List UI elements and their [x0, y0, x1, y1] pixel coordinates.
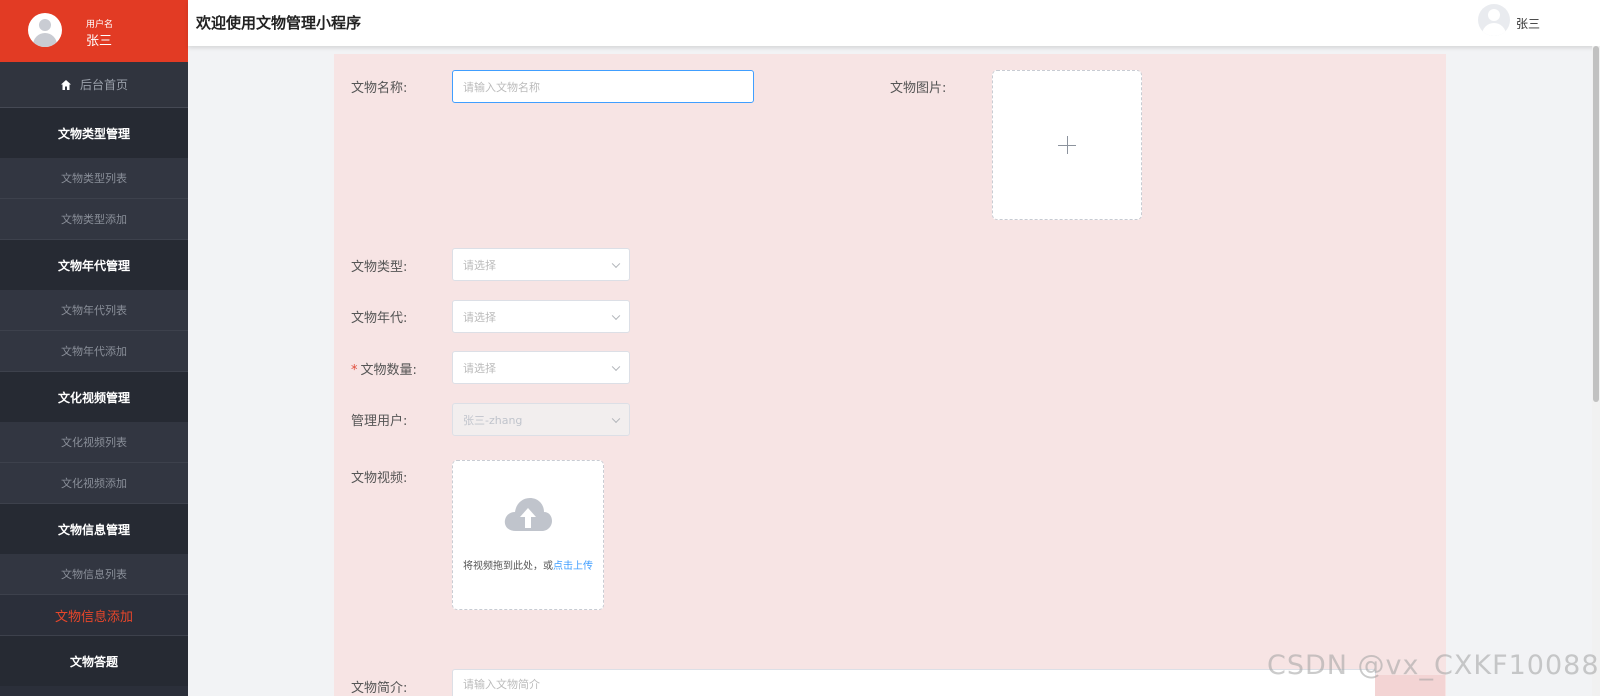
avatar — [28, 13, 62, 47]
artifact-form: 文物名称: 请输入文物名称 文物图片: 文物类型: 请选择 文物年代: 请选择 … — [334, 54, 1446, 696]
type-placeholder: 请选择 — [463, 258, 496, 272]
manager-user-value: 张三-zhang — [463, 413, 523, 427]
quantity-label: * 文物数量: — [351, 363, 417, 378]
quantity-placeholder: 请选择 — [463, 361, 496, 375]
sidebar-item-culture-video-list[interactable]: 文化视频列表 — [0, 422, 188, 463]
sidebar-item-artifact-type-list[interactable]: 文物类型列表 — [0, 158, 188, 199]
manager-user-label: 管理用户: — [351, 414, 408, 429]
era-placeholder: 请选择 — [463, 310, 496, 324]
chevron-down-icon — [611, 259, 621, 268]
required-marker: * — [351, 363, 358, 378]
sidebar-item-home[interactable]: 后台首页 — [0, 62, 188, 108]
user-name: 张三 — [86, 34, 113, 49]
artifact-quantity-select[interactable]: 请选择 — [452, 351, 630, 384]
artifact-intro-input[interactable]: 请输入文物简介 — [452, 669, 1376, 696]
era-label: 文物年代: — [351, 311, 408, 326]
video-upload-hint: 将视频拖到此处，或点击上传 — [463, 561, 593, 572]
header-avatar[interactable] — [1478, 4, 1510, 36]
sidebar-item-label: 后台首页 — [79, 78, 128, 92]
sidebar-group-artifact-era[interactable]: 文物年代管理 — [0, 240, 188, 290]
video-upload-box[interactable]: 将视频拖到此处，或点击上传 — [452, 460, 604, 610]
scrollbar-thumb[interactable] — [1593, 46, 1599, 402]
sidebar-item-artifact-type-add[interactable]: 文物类型添加 — [0, 199, 188, 240]
home-icon — [60, 79, 71, 90]
type-label: 文物类型: — [351, 260, 408, 275]
sidebar-group-culture-video[interactable]: 文化视频管理 — [0, 372, 188, 422]
vertical-scrollbar[interactable] — [1592, 46, 1600, 696]
chevron-down-icon — [611, 362, 621, 371]
sidebar: 用户名 张三 后台首页 文物类型管理 文物类型列表 文物类型添加 文物年代管理 … — [0, 0, 188, 696]
sidebar-group-artifact-info[interactable]: 文物信息管理 — [0, 504, 188, 554]
top-header: 欢迎使用文物管理小程序 张三 — [188, 0, 1600, 46]
watermark: CSDN @vx_CXKF10088 — [1267, 650, 1600, 681]
chevron-down-icon — [611, 414, 621, 423]
artifact-era-select[interactable]: 请选择 — [452, 300, 630, 333]
manager-user-select: 张三-zhang — [452, 403, 630, 436]
sidebar-item-artifact-info-add[interactable]: 文物信息添加 — [0, 595, 188, 636]
sidebar-item-artifact-info-list[interactable]: 文物信息列表 — [0, 554, 188, 595]
cloud-upload-icon — [504, 498, 552, 531]
header-user-name[interactable]: 张三 — [1516, 15, 1540, 32]
artifact-name-input[interactable]: 请输入文物名称 — [452, 70, 754, 103]
click-upload-link[interactable]: 点击上传 — [553, 561, 593, 572]
sidebar-user-block: 用户名 张三 — [0, 0, 188, 62]
user-label: 用户名 — [86, 20, 114, 30]
video-label: 文物视频: — [351, 471, 408, 486]
artifact-type-select[interactable]: 请选择 — [452, 248, 630, 281]
sidebar-item-artifact-era-add[interactable]: 文物年代添加 — [0, 331, 188, 372]
sidebar-item-artifact-era-list[interactable]: 文物年代列表 — [0, 290, 188, 331]
artifact-name-placeholder: 请输入文物名称 — [463, 80, 540, 94]
chevron-down-icon — [611, 311, 621, 320]
page-title: 欢迎使用文物管理小程序 — [196, 14, 362, 32]
name-label: 文物名称: — [351, 81, 408, 96]
image-upload-box[interactable] — [992, 70, 1142, 220]
image-label: 文物图片: — [890, 81, 947, 96]
intro-placeholder: 请输入文物简介 — [463, 678, 540, 691]
sidebar-item-culture-video-add[interactable]: 文化视频添加 — [0, 463, 188, 504]
sidebar-group-artifact-type[interactable]: 文物类型管理 — [0, 108, 188, 158]
sidebar-group-artifact-quiz[interactable]: 文物答题 — [0, 636, 188, 686]
intro-label: 文物简介: — [351, 681, 408, 696]
